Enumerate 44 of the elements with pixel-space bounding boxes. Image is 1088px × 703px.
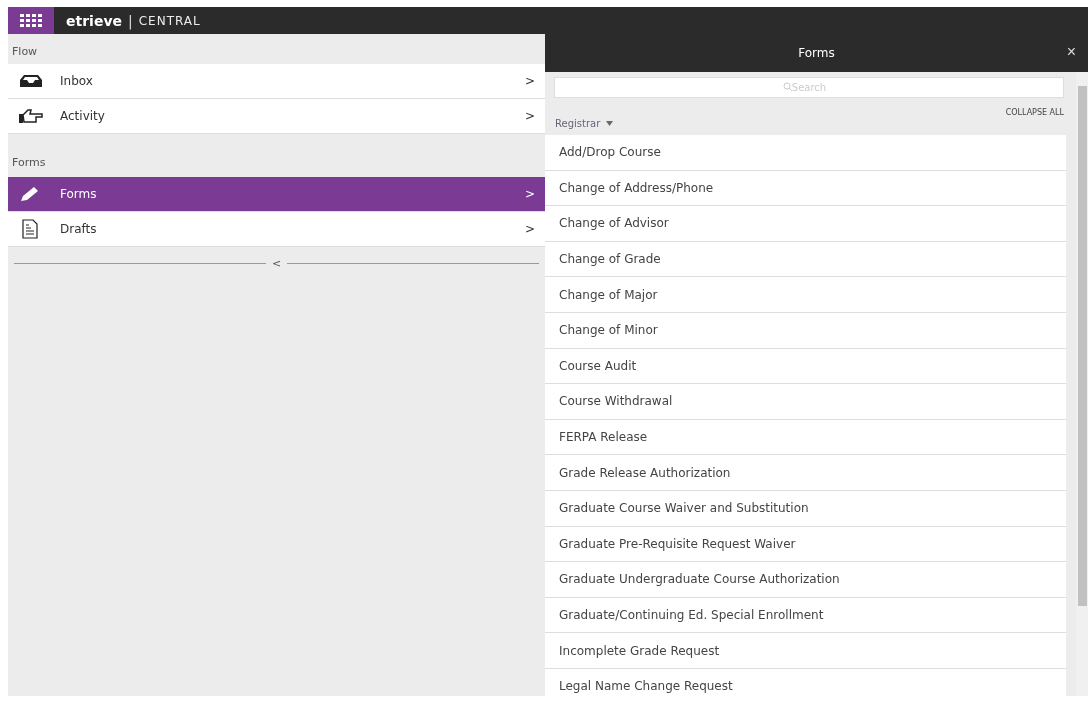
- caret-icon: [606, 121, 614, 126]
- apps-grid-icon[interactable]: [8, 7, 54, 34]
- chevron-icon: >: [524, 109, 535, 123]
- brand-divider: |: [128, 12, 133, 29]
- section-title: Flow: [11, 44, 39, 60]
- search-icon: [783, 82, 793, 92]
- form-item[interactable]: Change of Advisor: [545, 206, 1066, 242]
- inbox-icon: [18, 73, 44, 89]
- form-item[interactable]: Course Withdrawal: [545, 384, 1066, 420]
- form-item[interactable]: Change of Major: [545, 277, 1066, 313]
- chevron-icon: >: [524, 74, 535, 88]
- form-item[interactable]: Change of Grade: [545, 241, 1066, 278]
- form-item[interactable]: Graduate Pre-Requisite Request Waiver: [545, 526, 1066, 563]
- form-item[interactable]: Add/Drop Course: [545, 135, 1066, 171]
- form-item[interactable]: Graduate Course Waiver and Substitution: [545, 490, 1066, 527]
- collapse-all-button[interactable]: COLLAPSE ALL: [1005, 108, 1064, 117]
- sidebar-item-label: Drafts: [60, 222, 98, 236]
- form-item[interactable]: Incomplete Grade Request: [545, 633, 1066, 669]
- form-item[interactable]: Graduate/Continuing Ed. Special Enrollment: [545, 597, 1066, 634]
- chevron-icon: >: [524, 187, 535, 201]
- pointing-hand-icon: [18, 108, 44, 124]
- section-title: Forms: [11, 155, 47, 171]
- collapse-button[interactable]: <: [271, 257, 282, 270]
- scrollbar[interactable]: [1076, 72, 1088, 696]
- brand-name: etrieve: [66, 12, 122, 29]
- form-item[interactable]: Graduate Undergraduate Course Authorization: [545, 562, 1066, 598]
- sidebar-item-label: Forms: [60, 187, 98, 201]
- form-item[interactable]: Legal Name Change Request: [545, 668, 1066, 696]
- form-item[interactable]: Grade Release Authorization: [545, 455, 1066, 491]
- panel-title: Forms: [798, 46, 835, 60]
- form-item[interactable]: Change of Address/Phone: [545, 170, 1066, 207]
- form-item[interactable]: Course Audit: [545, 348, 1066, 385]
- chevron-icon: >: [524, 222, 535, 236]
- group-dropdown[interactable]: Registrar: [555, 118, 614, 129]
- close-button[interactable]: ×: [1062, 43, 1080, 61]
- product-name: CENTRAL: [138, 13, 201, 28]
- sidebar-item[interactable]: Drafts >: [8, 212, 545, 247]
- sidebar-item[interactable]: Inbox >: [8, 64, 545, 99]
- sidebar-item[interactable]: Activity >: [8, 99, 545, 134]
- form-item[interactable]: FERPA Release: [545, 419, 1066, 456]
- sidebar-item-label: Inbox: [60, 74, 94, 88]
- sidebar-item-label: Activity: [60, 109, 106, 123]
- form-item[interactable]: Change of Minor: [545, 312, 1066, 349]
- sidebar-item[interactable]: Forms >: [8, 177, 545, 212]
